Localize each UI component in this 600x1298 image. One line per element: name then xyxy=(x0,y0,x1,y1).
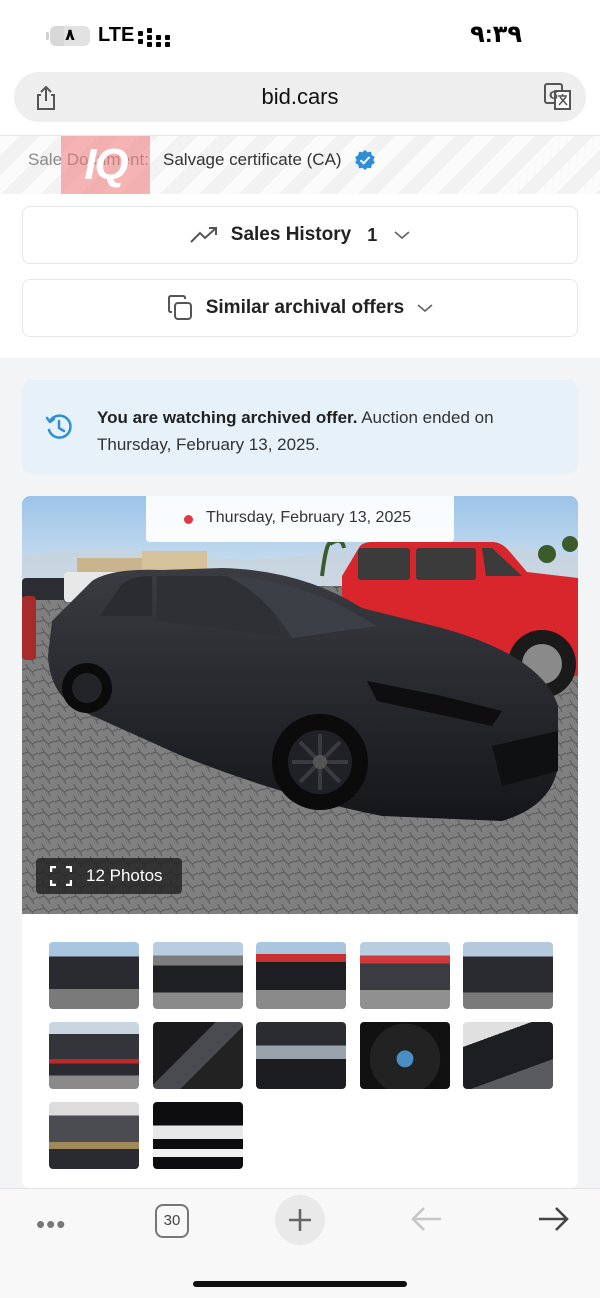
tab-count-button[interactable]: 30 xyxy=(155,1204,189,1238)
sale-document-value: Salvage certificate (CA) xyxy=(163,150,342,169)
notice-text: You are watching archived offer. Auction… xyxy=(97,404,537,458)
thumb-left-side[interactable] xyxy=(152,942,243,1009)
status-bar: ٨ LTE ٩:٣٩ xyxy=(0,0,600,70)
thumb-interior-front[interactable] xyxy=(152,1022,243,1089)
main-vehicle-photo[interactable]: Thursday, February 13, 2025 12 Photos xyxy=(22,496,578,914)
trend-up-icon xyxy=(190,227,217,243)
clock: ٩:٣٩ xyxy=(470,21,522,48)
battery-level: ٨ xyxy=(65,27,75,44)
collapsible-panels: Sales History 1 Similar archival offers xyxy=(0,194,600,358)
thumb-instrument-cluster[interactable] xyxy=(359,1022,450,1089)
sales-history-count: 1 xyxy=(367,224,378,245)
thumb-vin-label[interactable] xyxy=(152,1102,243,1169)
sales-history-label: Sales History xyxy=(230,224,352,245)
thumb-front-angle[interactable] xyxy=(256,942,346,1009)
watermark-text: IQ xyxy=(84,140,128,189)
url-text[interactable]: bid.cars xyxy=(14,84,586,110)
thumb-front[interactable] xyxy=(463,942,553,1009)
thumb-interior-rear[interactable] xyxy=(463,1022,553,1089)
network-type: LTE xyxy=(98,24,135,46)
auction-date: Thursday, February 13, 2025 xyxy=(206,509,412,526)
similar-offers-label: Similar archival offers xyxy=(205,297,405,318)
translate-icon[interactable]: G xyxy=(544,83,572,111)
thumb-rear-angle[interactable] xyxy=(359,942,450,1009)
archived-offer-notice: You are watching archived offer. Auction… xyxy=(22,380,578,474)
back-arrow-icon[interactable] xyxy=(408,1203,444,1235)
vehicle-photo-image xyxy=(22,496,578,914)
copy-icon xyxy=(167,295,192,320)
plus-icon xyxy=(289,1209,311,1231)
svg-text:G: G xyxy=(549,89,558,102)
similar-offers-toggle[interactable]: Similar archival offers xyxy=(22,279,578,337)
thumb-front-left[interactable] xyxy=(49,942,139,1009)
status-dot xyxy=(184,515,193,524)
browser-toolbar: ••• 30 xyxy=(0,1188,600,1298)
page-content[interactable]: Sale Document: Salvage certificate (CA) … xyxy=(0,136,600,1188)
signal-strength-icon xyxy=(138,28,170,47)
photo-count-label: 12 Photos xyxy=(86,866,163,885)
new-tab-button[interactable] xyxy=(275,1195,325,1245)
verified-badge-icon xyxy=(355,150,375,170)
thumb-rear[interactable] xyxy=(49,1022,139,1089)
photo-count-button[interactable]: 12 Photos xyxy=(36,858,182,894)
thumb-engine-bay[interactable] xyxy=(49,1102,139,1169)
chevron-down-icon xyxy=(417,304,433,313)
sale-document-row: Sale Document: Salvage certificate (CA) … xyxy=(0,136,600,204)
sales-history-toggle[interactable]: Sales History 1 xyxy=(22,206,578,264)
battery-cap xyxy=(46,32,49,40)
thumb-dashboard[interactable] xyxy=(256,1022,346,1089)
photo-gallery: Thursday, February 13, 2025 12 Photos xyxy=(22,496,578,1188)
address-bar[interactable]: bid.cars G xyxy=(14,72,586,122)
auction-date-badge: Thursday, February 13, 2025 xyxy=(146,496,454,542)
battery-icon: ٨ xyxy=(50,26,90,46)
history-icon xyxy=(45,414,72,439)
more-options-icon[interactable]: ••• xyxy=(36,1209,66,1240)
fullscreen-icon xyxy=(50,866,72,886)
chevron-down-icon xyxy=(394,231,410,240)
forward-arrow-icon[interactable] xyxy=(536,1203,572,1235)
notice-strong-text: You are watching archived offer. xyxy=(97,408,358,427)
home-indicator xyxy=(193,1281,407,1287)
